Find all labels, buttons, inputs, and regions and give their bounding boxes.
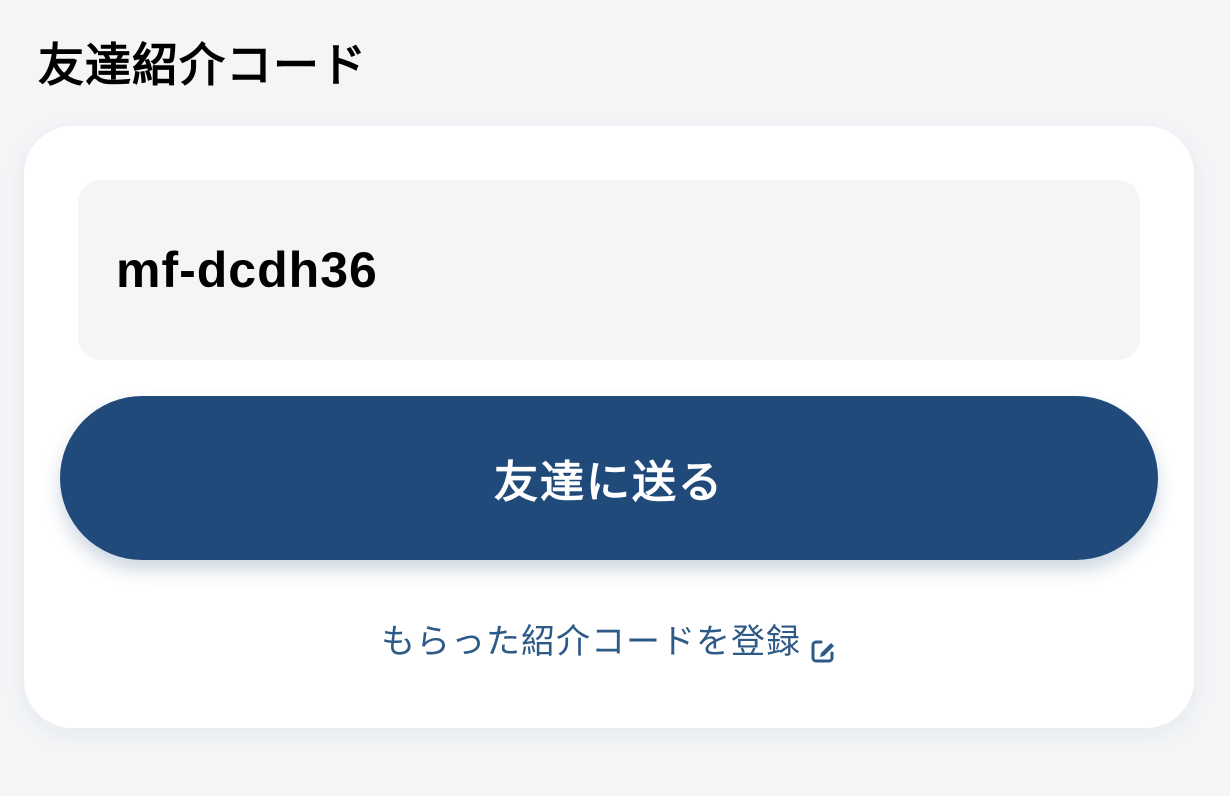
register-received-code-label: もらった紹介コードを登録 [381, 622, 801, 662]
page-title: 友達紹介コード [38, 38, 367, 92]
send-to-friend-label: 友達に送る [494, 457, 724, 508]
send-to-friend-button[interactable]: 友達に送る [60, 396, 1158, 560]
register-received-code-link[interactable]: もらった紹介コードを登録 [24, 618, 1194, 666]
edit-icon [809, 630, 837, 663]
referral-card: mf-dcdh36 友達に送る もらった紹介コードを登録 [24, 126, 1194, 728]
referral-code: mf-dcdh36 [116, 242, 378, 298]
referral-code-box: mf-dcdh36 [78, 180, 1140, 360]
